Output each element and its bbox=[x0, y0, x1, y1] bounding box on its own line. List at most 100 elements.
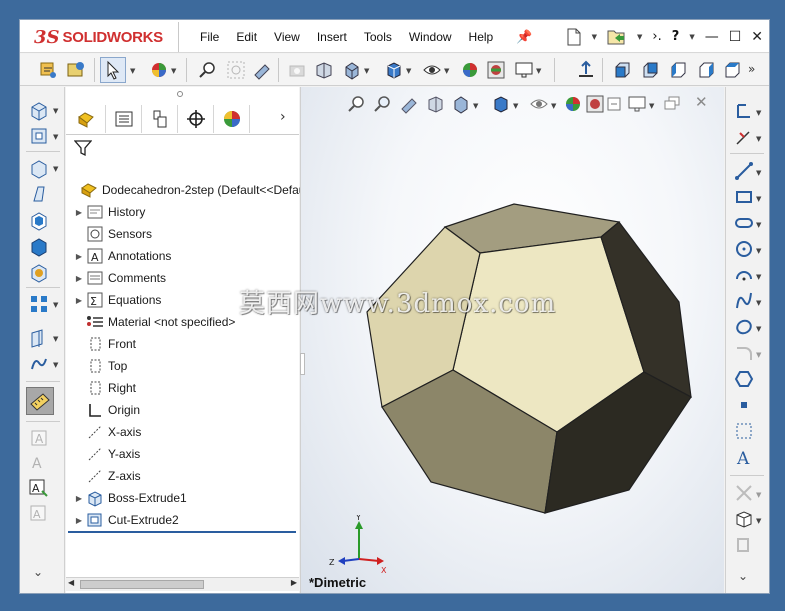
open-icon[interactable] bbox=[607, 28, 627, 46]
chevron-down-icon[interactable]: ▼ bbox=[53, 335, 58, 343]
pattern-icon[interactable] bbox=[28, 293, 50, 315]
tree-item-top[interactable]: Top bbox=[72, 355, 127, 377]
chevron-down-icon[interactable]: ▼ bbox=[53, 107, 58, 115]
slot-icon[interactable] bbox=[734, 213, 754, 233]
view-orientation-icon[interactable] bbox=[342, 60, 362, 80]
tree-item-z-axis[interactable]: Z-axis bbox=[72, 465, 141, 487]
tab-feature-manager[interactable] bbox=[66, 105, 106, 133]
fillet-icon[interactable] bbox=[28, 157, 50, 179]
tree-item-annotations[interactable]: ▶ A Annotations bbox=[72, 245, 171, 267]
tab-property-manager[interactable] bbox=[106, 105, 142, 133]
curves-icon[interactable] bbox=[28, 353, 50, 375]
tree-item-origin[interactable]: Origin bbox=[72, 399, 140, 421]
right-view-icon[interactable] bbox=[696, 60, 716, 80]
shell-icon[interactable] bbox=[28, 209, 50, 231]
chevron-down-icon[interactable]: ▼ bbox=[756, 273, 761, 281]
fillet-sketch-icon[interactable] bbox=[734, 343, 754, 363]
appearance-icon[interactable] bbox=[149, 60, 169, 80]
chevron-down-icon[interactable]: ▼ bbox=[637, 33, 642, 41]
chevron-down-icon[interactable]: ▼ bbox=[171, 67, 176, 75]
select-cursor-icon[interactable] bbox=[103, 60, 123, 80]
expand-arrow-icon[interactable]: ▶ bbox=[72, 494, 86, 503]
wrap-icon[interactable] bbox=[28, 261, 50, 283]
tree-item-material-not-specified[interactable]: Material <not specified> bbox=[72, 311, 235, 333]
convert-entities-icon[interactable] bbox=[734, 535, 754, 555]
chevron-down-icon[interactable]: ▼ bbox=[130, 67, 135, 75]
tree-item-comments[interactable]: ▶ Comments bbox=[72, 267, 166, 289]
chevron-down-icon[interactable]: ▼ bbox=[756, 109, 761, 117]
graphics-area[interactable]: ▼ ▼ ▼ ▼ ✕ 莫西网www.3dmox.com Y X Z *Dimetr… bbox=[239, 87, 724, 593]
note-icon[interactable]: A bbox=[28, 451, 50, 473]
expand-arrow-icon[interactable]: ▶ bbox=[72, 296, 86, 305]
pin-icon[interactable]: 📌 bbox=[516, 29, 532, 45]
balloon-icon[interactable]: A bbox=[28, 503, 50, 525]
solidworks-logo[interactable]: 3S SOLIDWORKS bbox=[34, 24, 163, 50]
tab-display-manager[interactable] bbox=[214, 105, 250, 133]
ellipse-icon[interactable] bbox=[734, 317, 754, 337]
more-sketch-tools-chevron-icon[interactable]: ⌄ bbox=[738, 569, 748, 583]
close-button[interactable]: ✕ bbox=[751, 29, 763, 45]
menu-tools[interactable]: Tools bbox=[364, 30, 392, 44]
extrude-cut-icon[interactable] bbox=[28, 125, 50, 147]
back-view-icon[interactable] bbox=[640, 60, 660, 80]
tree-item-front[interactable]: Front bbox=[72, 333, 136, 355]
polygon-icon[interactable] bbox=[734, 369, 754, 389]
tabs-more-chevron-icon[interactable]: › bbox=[280, 109, 286, 125]
extrude-boss-icon[interactable] bbox=[28, 99, 50, 121]
camera-icon[interactable] bbox=[288, 60, 308, 80]
chevron-down-icon[interactable]: ▼ bbox=[756, 135, 761, 143]
more-chevron-icon[interactable]: » bbox=[748, 62, 755, 76]
maximize-button[interactable]: ☐ bbox=[729, 29, 742, 45]
tree-root[interactable]: Dodecahedron-2step (Default<<Default> bbox=[66, 179, 318, 201]
tree-item-right[interactable]: Right bbox=[72, 377, 136, 399]
minimize-button[interactable]: — bbox=[705, 29, 719, 45]
tree-item-sensors[interactable]: Sensors bbox=[72, 223, 152, 245]
top-view-icon[interactable] bbox=[722, 60, 742, 80]
normal-to-icon[interactable] bbox=[576, 60, 596, 80]
chevron-down-icon[interactable]: ▼ bbox=[756, 351, 761, 359]
help-icon[interactable]: ? bbox=[672, 29, 680, 44]
chevron-down-icon[interactable]: ▼ bbox=[756, 169, 761, 177]
annotation-note-icon[interactable]: A bbox=[28, 477, 50, 499]
panel-splitter-handle[interactable] bbox=[177, 91, 183, 97]
chevron-down-icon[interactable]: ▼ bbox=[53, 165, 58, 173]
menu-edit[interactable]: Edit bbox=[236, 30, 257, 44]
more-tools-chevron-icon[interactable]: ⌄ bbox=[33, 565, 43, 579]
smart-dimension-icon[interactable] bbox=[734, 127, 754, 147]
chevron-down-icon[interactable]: ▼ bbox=[536, 67, 541, 75]
reference-geometry-icon[interactable] bbox=[28, 327, 50, 349]
scroll-thumb[interactable] bbox=[80, 580, 204, 589]
smart-dimension-icon[interactable]: A bbox=[28, 427, 50, 449]
rollback-bar[interactable] bbox=[68, 531, 296, 533]
tree-item-x-axis[interactable]: X-axis bbox=[72, 421, 141, 443]
tree-item-cut-extrude2[interactable]: ▶ Cut-Extrude2 bbox=[72, 509, 179, 531]
filter-icon[interactable] bbox=[74, 139, 92, 157]
scroll-left-icon[interactable]: ◀ bbox=[68, 578, 74, 587]
arc-icon[interactable] bbox=[734, 265, 754, 285]
horizontal-scrollbar[interactable]: ◀ ▶ bbox=[66, 577, 299, 591]
chevron-down-icon[interactable]: ▼ bbox=[756, 491, 761, 499]
chevron-down-icon[interactable]: ▼ bbox=[756, 221, 761, 229]
rectangle-icon[interactable] bbox=[734, 187, 754, 207]
chevron-down-icon[interactable]: ▼ bbox=[53, 301, 58, 309]
tree-item-y-axis[interactable]: Y-axis bbox=[72, 443, 140, 465]
view-settings-icon[interactable] bbox=[514, 60, 534, 80]
menu-file[interactable]: File bbox=[200, 30, 219, 44]
scroll-right-icon[interactable]: ▶ bbox=[291, 578, 297, 587]
previous-view-icon[interactable] bbox=[314, 60, 334, 80]
new-document-icon[interactable] bbox=[566, 28, 582, 46]
chevron-down-icon[interactable]: ▼ bbox=[53, 361, 58, 369]
zoom-area-icon[interactable] bbox=[226, 60, 246, 80]
spline-icon[interactable] bbox=[734, 291, 754, 311]
tree-item-boss-extrude1[interactable]: ▶ Boss-Extrude1 bbox=[72, 487, 187, 509]
chevron-down-icon[interactable]: ▼ bbox=[756, 517, 761, 525]
measure-icon[interactable] bbox=[29, 390, 51, 412]
expand-arrow-icon[interactable]: ▶ bbox=[72, 252, 86, 261]
tree-item-equations[interactable]: ▶ Σ Equations bbox=[72, 289, 161, 311]
rebuild-icon[interactable] bbox=[38, 60, 58, 80]
front-view-icon[interactable] bbox=[612, 60, 632, 80]
expand-icon[interactable]: ›. bbox=[652, 29, 661, 44]
hide-show-icon[interactable] bbox=[422, 60, 442, 80]
chevron-down-icon[interactable]: ▼ bbox=[364, 67, 369, 75]
menu-help[interactable]: Help bbox=[469, 30, 494, 44]
